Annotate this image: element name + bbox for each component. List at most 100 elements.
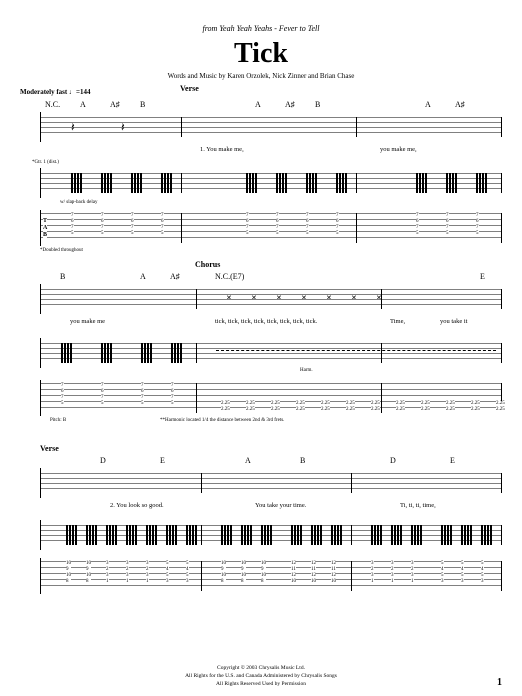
song-title: Tick	[20, 38, 502, 70]
pitch-label: Pitch: B	[50, 418, 66, 423]
lyric: tick, tick, tick, tick, tick, tick, tick…	[215, 318, 317, 325]
tab-label: T A B	[43, 218, 47, 239]
rights-1: All Rights for the U.S. and Canada Admin…	[0, 672, 522, 680]
vocal-staff: 𝄽 𝄽	[40, 112, 502, 142]
tab-fret: 7 6 7 5	[101, 383, 104, 407]
tab-harm: 2.25 2.25	[446, 401, 455, 413]
tab-fret: 10 9 10 8	[66, 561, 71, 585]
chord: E	[480, 272, 485, 281]
x-notehead: ✕	[326, 294, 332, 302]
tab-fret: 7 6 7 5	[336, 213, 339, 237]
tab-harm: 2.25 2.25	[296, 401, 305, 413]
chord: A	[140, 272, 146, 281]
chord: A♯	[170, 272, 180, 281]
section-verse-2: Verse	[40, 444, 59, 453]
tab-fret: 12 11 12 10	[311, 561, 316, 585]
chord: B	[60, 272, 65, 281]
tab-fret: 5 4 5 3	[186, 561, 189, 585]
tab-fret: 10 9 10 8	[241, 561, 246, 585]
chord: B	[140, 100, 145, 109]
chord: D	[390, 456, 396, 465]
tab-fret: 10 9 10 8	[221, 561, 226, 585]
footer: Copyright © 2003 Chrysalis Music Ltd. Al…	[0, 664, 522, 688]
tab-fret: 10 9 10 8	[261, 561, 266, 585]
x-notehead: ✕	[276, 294, 282, 302]
copyright: Copyright © 2003 Chrysalis Music Ltd.	[0, 664, 522, 672]
tab-staff: T A B 7 6 7 5 7 6 7 5 7 6 7 5 7 6 7 5 7 6 7 …	[40, 210, 502, 246]
tab-fret: 7 6 7 5	[306, 213, 309, 237]
header: from Yeah Yeah Yeahs - Fever to Tell Tic…	[20, 18, 502, 80]
chord: B	[315, 100, 320, 109]
tab-fret: 5 4 5 3	[166, 561, 169, 585]
tab-fret: 3 2 3 1	[146, 561, 149, 585]
lyric: Ti, ti, ti, time,	[400, 502, 436, 509]
x-notehead: ✕	[251, 294, 257, 302]
tab-fret: 7 6 7 5	[71, 213, 74, 237]
tab-fret: 7 6 7 5	[446, 213, 449, 237]
page-number: 1	[497, 677, 502, 688]
chord: A♯	[110, 100, 120, 109]
system-2: Chorus BAA♯E N.C.(E7) ✕✕✕✕✕✕✕ you make m…	[20, 268, 502, 438]
tab-fret: 3 2 3 1	[371, 561, 374, 585]
lyric: you make me,	[380, 146, 417, 153]
tab-harm: 2.25 2.25	[221, 401, 230, 413]
rights-2: All Rights Reserved Used by Permission	[0, 680, 522, 688]
lyric: you make me	[70, 318, 105, 325]
album-name: Fever to Tell	[279, 24, 320, 33]
chord: A	[425, 100, 431, 109]
section-verse: Verse	[180, 84, 199, 93]
tab-fret: 12 11 12 10	[331, 561, 336, 585]
tab-fret: 7 6 7 5	[246, 213, 249, 237]
tab-fret: 12 11 12 10	[291, 561, 296, 585]
tab-fret: 7 6 7 5	[416, 213, 419, 237]
x-notehead: ✕	[376, 294, 382, 302]
harm-footnote: **Harmonic located 1/4 the distance betw…	[160, 418, 284, 423]
tab-fret: 7 6 7 5	[101, 213, 104, 237]
lyric: 2. You look so good.	[110, 502, 164, 509]
chord: E	[450, 456, 455, 465]
tab-harm: 2.25 2.25	[371, 401, 380, 413]
tab-harm: 2.25 2.25	[496, 401, 505, 413]
sheet-music-page: from Yeah Yeah Yeahs - Fever to Tell Tic…	[0, 0, 522, 696]
tab-fret: 3 2 3 1	[411, 561, 414, 585]
tab-harm: 2.25 2.25	[346, 401, 355, 413]
tab-harm: 2.25 2.25	[396, 401, 405, 413]
source-prefix: from Yeah Yeah Yeahs -	[203, 24, 279, 33]
lyric: You take your time.	[255, 502, 306, 509]
tab-fret: 7 6 7 5	[276, 213, 279, 237]
tab-fret: 7 6 7 5	[131, 213, 134, 237]
chord: E	[160, 456, 165, 465]
x-notehead: ✕	[351, 294, 357, 302]
chord: A♯	[285, 100, 295, 109]
tab-fret: 3 2 3 1	[126, 561, 129, 585]
chord: D	[100, 456, 106, 465]
tab-fret: 3 2 3 1	[106, 561, 109, 585]
guitar-staff	[40, 168, 502, 198]
tab-fret: 7 6 7 5	[161, 213, 164, 237]
tab-fret: 7 6 7 5	[171, 383, 174, 407]
guitar-staff-2	[40, 338, 502, 368]
tab-fret: 7 6 7 5	[141, 383, 144, 407]
chord: A♯	[455, 100, 465, 109]
system-1: Moderately fast ♩=144 Verse N.C. AA♯BAA♯…	[20, 88, 502, 248]
tab-fret: 7 6 7 5	[476, 213, 479, 237]
credits: Words and Music by Karen Orzolek, Nick Z…	[20, 72, 502, 80]
tab-fret: 5 4 5 3	[461, 561, 464, 585]
lyric: you take it	[440, 318, 467, 325]
tab-staff-3: 10 9 10 8 10 9 10 8 3 2 3 1 3 2 3 1 3 2 3 1 5…	[40, 558, 502, 594]
chord: A	[80, 100, 86, 109]
lyric: Time,	[390, 318, 405, 325]
vocal-staff-3	[40, 468, 502, 498]
x-notehead: ✕	[301, 294, 307, 302]
tab-harm: 2.25 2.25	[246, 401, 255, 413]
gtr1-label: *Gtr. 1 (dist.)	[32, 160, 59, 165]
chord: B	[300, 456, 305, 465]
tab-staff-2: 7 6 7 5 7 6 7 5 7 6 7 5 7 6 7 5 2.25 2.25 2.2…	[40, 380, 502, 416]
source-line: from Yeah Yeah Yeahs - Fever to Tell	[20, 18, 502, 36]
tab-harm: 2.25 2.25	[471, 401, 480, 413]
tab-fret: 7 6 7 5	[61, 383, 64, 407]
vocal-staff-2: ✕✕✕✕✕✕✕	[40, 284, 502, 314]
nc-e7: N.C.(E7)	[215, 272, 244, 281]
system-3: Verse DEABDE 2. You look so good.You tak…	[20, 450, 502, 600]
chord: A	[255, 100, 261, 109]
